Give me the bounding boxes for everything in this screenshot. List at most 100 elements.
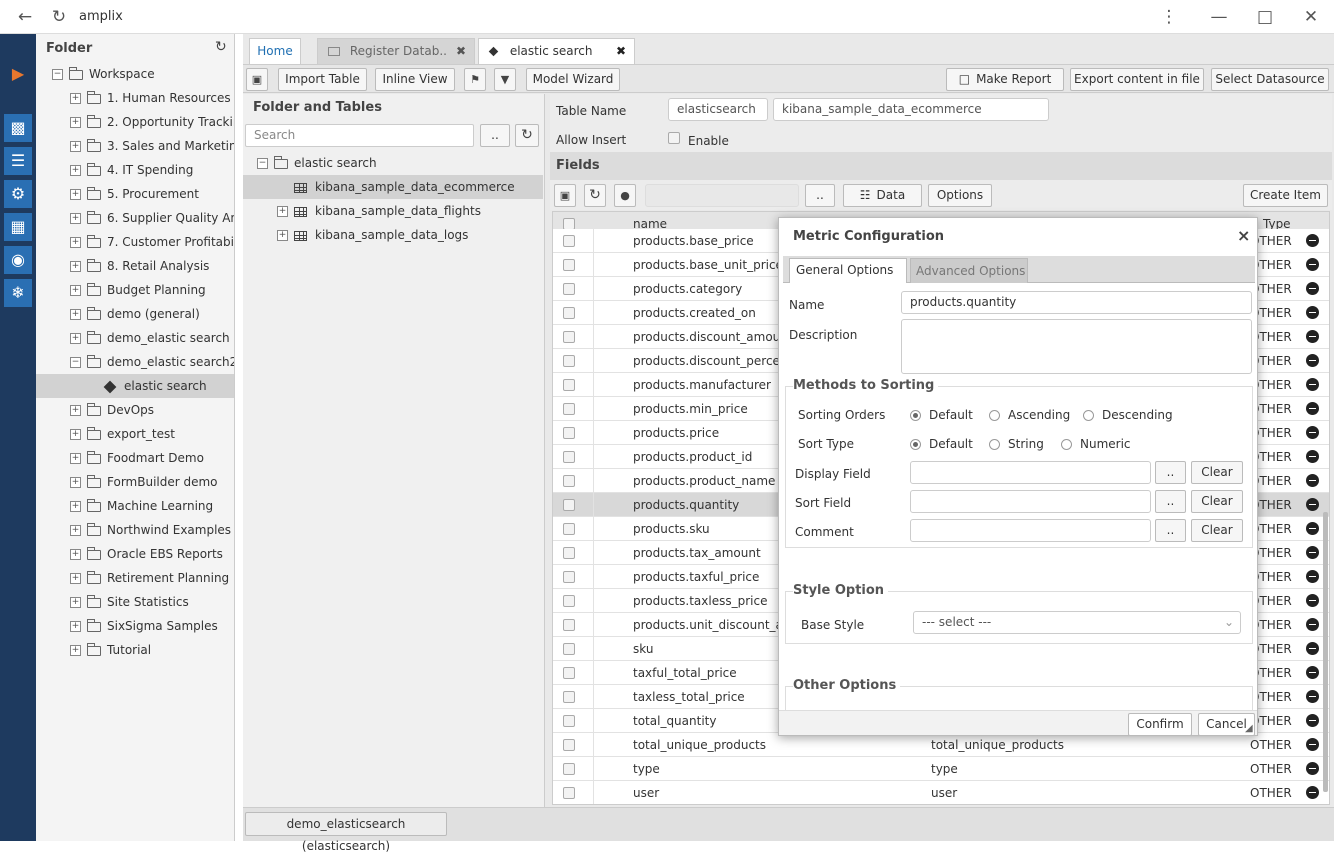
remove-row-icon[interactable]	[1306, 330, 1319, 343]
expand-icon[interactable]: +	[70, 237, 81, 248]
row-checkbox[interactable]	[563, 691, 575, 703]
expand-icon[interactable]: +	[70, 333, 81, 344]
fields-search-input[interactable]	[645, 184, 799, 207]
close-icon[interactable]: ✕	[1300, 6, 1322, 28]
description-input[interactable]	[901, 319, 1252, 374]
folder-tree-item[interactable]: + Foodmart Demo	[70, 446, 204, 470]
radio-icon[interactable]	[1061, 439, 1072, 450]
expand-icon[interactable]: +	[277, 206, 288, 217]
remove-row-icon[interactable]	[1306, 258, 1319, 271]
sort-type-numeric[interactable]: Numeric	[1061, 437, 1131, 451]
expand-icon[interactable]: +	[70, 309, 81, 320]
row-checkbox[interactable]	[563, 763, 575, 775]
expand-icon[interactable]: +	[70, 477, 81, 488]
folder-tree-item[interactable]: − Workspace	[52, 62, 155, 86]
remove-row-icon[interactable]	[1306, 498, 1319, 511]
scrollbar[interactable]	[1323, 512, 1328, 792]
sort-field-input[interactable]	[910, 490, 1151, 513]
close-icon[interactable]: ×	[1237, 226, 1250, 245]
expand-icon[interactable]: +	[70, 621, 81, 632]
datasource-tab[interactable]: demo_elasticsearch (elasticsearch)	[245, 812, 447, 853]
remove-row-icon[interactable]	[1306, 594, 1319, 607]
tab-general-options[interactable]: General Options	[789, 258, 907, 283]
remove-row-icon[interactable]	[1306, 474, 1319, 487]
collapse-icon[interactable]: −	[52, 69, 63, 80]
expand-icon[interactable]: +	[70, 453, 81, 464]
row-checkbox[interactable]	[563, 331, 575, 343]
save-icon[interactable]: ▣	[246, 68, 268, 91]
row-checkbox[interactable]	[563, 715, 575, 727]
expand-icon[interactable]: +	[70, 597, 81, 608]
row-checkbox[interactable]	[563, 787, 575, 799]
expand-icon[interactable]: +	[70, 189, 81, 200]
folder-tree-item[interactable]: + demo (general)	[70, 302, 200, 326]
table-row[interactable]: total_unique_products total_unique_produc…	[553, 733, 1329, 757]
make-report-button[interactable]: □ Make Report	[946, 68, 1064, 91]
folder-tree-item[interactable]: + Northwind Examples	[70, 518, 231, 542]
folder-tree-item[interactable]: +2. Opportunity Tracking	[70, 110, 234, 134]
folder-tree-item[interactable]: + FormBuilder demo	[70, 470, 218, 494]
remove-row-icon[interactable]	[1306, 690, 1319, 703]
fields-search-options-button[interactable]: ..	[805, 184, 835, 207]
snowflake-icon[interactable]: ❄	[4, 279, 32, 307]
folder-tree-item[interactable]: +6. Supplier Quality Analy	[70, 206, 234, 230]
confirm-button[interactable]: Confirm	[1128, 713, 1192, 736]
row-checkbox[interactable]	[563, 259, 575, 271]
row-checkbox[interactable]	[563, 523, 575, 535]
row-checkbox[interactable]	[563, 283, 575, 295]
folder-tree-item[interactable]: + Retirement Planning	[70, 566, 229, 590]
export-content-button[interactable]: Export content in file	[1070, 68, 1204, 91]
database-icon[interactable]: ☰	[4, 147, 32, 175]
resize-icon[interactable]: ◢	[1245, 723, 1253, 734]
filter-icon[interactable]: ▼	[494, 68, 516, 91]
data-button[interactable]: ☷ Data	[843, 184, 922, 207]
model-wizard-button[interactable]: Model Wizard	[526, 68, 620, 91]
remove-row-icon[interactable]	[1306, 642, 1319, 655]
back-icon[interactable]: ←	[14, 6, 36, 28]
import-table-button[interactable]: Import Table	[278, 68, 367, 91]
table-item[interactable]: + kibana_sample_data_logs	[277, 223, 468, 247]
sort-field-browse-button[interactable]: ..	[1155, 490, 1186, 513]
radio-icon[interactable]	[989, 439, 1000, 450]
search-options-button[interactable]: ..	[480, 124, 510, 147]
flag-icon[interactable]: ⚑	[464, 68, 486, 91]
row-checkbox[interactable]	[563, 427, 575, 439]
sort-order-ascending[interactable]: Ascending	[989, 408, 1070, 422]
radio-icon[interactable]	[910, 410, 921, 421]
expand-icon[interactable]: +	[70, 645, 81, 656]
folder-tree-item[interactable]: +3. Sales and Marketing	[70, 134, 234, 158]
save-icon[interactable]: ▣	[554, 184, 576, 207]
expand-icon[interactable]: +	[70, 285, 81, 296]
radio-icon[interactable]	[910, 439, 921, 450]
remove-row-icon[interactable]	[1306, 282, 1319, 295]
folder-tree-item[interactable]: + Machine Learning	[70, 494, 213, 518]
folder-tree-item[interactable]: + demo_elastic search	[70, 326, 230, 350]
sort-order-default[interactable]: Default	[910, 408, 973, 422]
expand-icon[interactable]: +	[70, 573, 81, 584]
remove-icon[interactable]: ●	[614, 184, 636, 207]
row-checkbox[interactable]	[563, 235, 575, 247]
map-icon[interactable]: ▦	[4, 213, 32, 241]
sort-type-string[interactable]: String	[989, 437, 1044, 451]
folder-tree-item[interactable]: + Oracle EBS Reports	[70, 542, 223, 566]
tab-home[interactable]: Home	[249, 38, 301, 64]
folder-tree-item[interactable]: − demo_elastic search2	[70, 350, 234, 374]
remove-row-icon[interactable]	[1306, 450, 1319, 463]
expand-icon[interactable]: +	[70, 93, 81, 104]
maximize-icon[interactable]: □	[1254, 6, 1276, 28]
expand-icon[interactable]: +	[70, 213, 81, 224]
table-name-field[interactable]: kibana_sample_data_ecommerce	[773, 98, 1049, 121]
chart-icon[interactable]: ▩	[4, 114, 32, 142]
refresh-icon[interactable]: ↻	[584, 184, 606, 207]
expand-icon[interactable]: +	[70, 501, 81, 512]
row-checkbox[interactable]	[563, 619, 575, 631]
folder-tree-item[interactable]: +5. Procurement	[70, 182, 199, 206]
row-checkbox[interactable]	[563, 547, 575, 559]
collapse-icon[interactable]: −	[70, 357, 81, 368]
remove-row-icon[interactable]	[1306, 714, 1319, 727]
tree-root[interactable]: − elastic search	[257, 151, 377, 175]
create-item-button[interactable]: Create Item	[1243, 184, 1328, 207]
sort-type-default[interactable]: Default	[910, 437, 973, 451]
refresh-icon[interactable]: ↻	[215, 39, 227, 55]
expand-icon[interactable]: +	[277, 230, 288, 241]
